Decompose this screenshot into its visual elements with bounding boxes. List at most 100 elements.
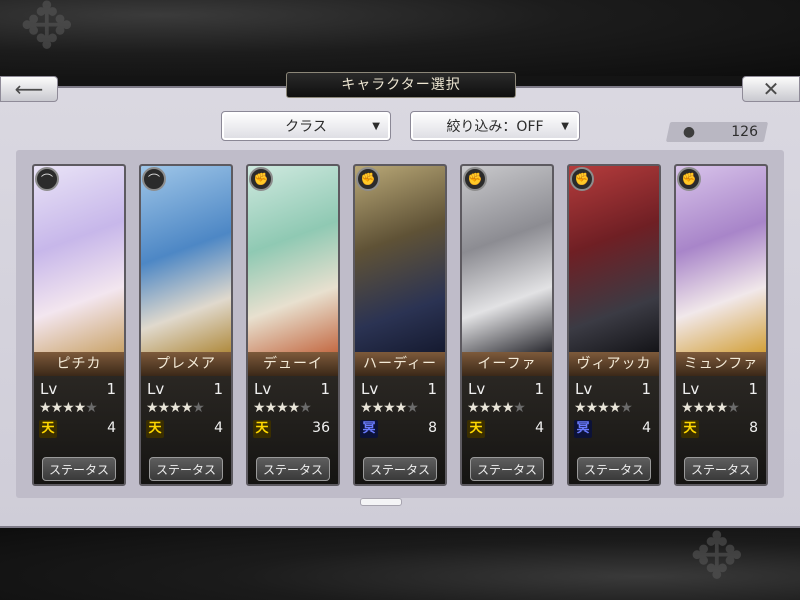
rank-icon: 天 (253, 420, 271, 438)
character-name: ヴィアッカ (569, 352, 659, 376)
character-name: プレメア (141, 352, 231, 376)
character-card[interactable]: ✊ デューイ Lv 1 ★★★★★ 天 36 ステータス (246, 164, 340, 486)
character-card[interactable]: ✊ ハーディー Lv 1 ★★★★★ 冥 8 ステータス (353, 164, 447, 486)
level-value: 1 (534, 380, 544, 398)
filter-dropdown[interactable]: 絞り込み：OFF ▼ (410, 111, 580, 141)
background-bottom (0, 522, 800, 600)
star-icon: ★ (585, 400, 599, 416)
rank-count: 4 (214, 420, 223, 436)
level-label: Lv (468, 380, 486, 398)
star-rating: ★★★★★ (467, 400, 526, 416)
rank-count: 36 (312, 420, 330, 436)
dropdown-arrow-icon: ▼ (372, 120, 380, 132)
status-button[interactable]: ステータス (470, 457, 544, 481)
ornament-icon: ✥ (690, 520, 744, 594)
status-button[interactable]: ステータス (363, 457, 437, 481)
star-icon: ★ (490, 400, 503, 416)
bow-icon: ⌒ (35, 167, 59, 191)
star-icon: ★ (169, 400, 182, 416)
level-value: 1 (427, 380, 437, 398)
character-name: デューイ (248, 352, 338, 376)
star-icon: ★ (715, 400, 729, 416)
fist-icon: ✊ (356, 167, 380, 191)
page-title: キャラクター選択 (286, 72, 516, 98)
character-portrait (355, 166, 445, 352)
rank-icon: 冥 (574, 420, 592, 438)
star-icon: ★ (253, 400, 266, 416)
fist-icon: ✊ (463, 167, 487, 191)
star-icon: ★ (513, 400, 526, 416)
character-info: Lv 1 ★★★★★ 天 4 ステータス (34, 376, 124, 484)
class-dropdown[interactable]: クラス ▼ (221, 111, 391, 141)
star-icon: ★ (50, 400, 64, 416)
character-info: Lv 1 ★★★★★ 天 4 ステータス (462, 376, 552, 484)
star-icon: ★ (727, 400, 740, 416)
star-icon: ★ (704, 400, 717, 416)
star-icon: ★ (299, 400, 312, 416)
character-info: Lv 1 ★★★★★ 天 4 ステータス (141, 376, 231, 484)
status-button[interactable]: ステータス (684, 457, 758, 481)
star-icon: ★ (360, 400, 373, 416)
character-card[interactable]: ⌒ ピチカ Lv 1 ★★★★★ 天 4 ステータス (32, 164, 126, 486)
rank-count: 4 (535, 420, 544, 436)
character-info: Lv 1 ★★★★★ 冥 4 ステータス (569, 376, 659, 484)
level-label: Lv (254, 380, 272, 398)
character-info: Lv 1 ★★★★★ 冥 8 ステータス (355, 376, 445, 484)
level-label: Lv (40, 380, 58, 398)
star-icon: ★ (146, 400, 159, 416)
star-icon: ★ (478, 400, 492, 416)
dropdown-arrow-icon: ▼ (561, 120, 569, 132)
character-card[interactable]: ✊ ミュンファ Lv 1 ★★★★★ 天 8 ステータス (674, 164, 768, 486)
rank-count: 8 (428, 420, 437, 436)
star-icon: ★ (692, 400, 706, 416)
level-value: 1 (213, 380, 223, 398)
character-card[interactable]: ⌒ プレメア Lv 1 ★★★★★ 天 4 ステータス (139, 164, 233, 486)
character-portrait (462, 166, 552, 352)
rank-count: 8 (749, 420, 758, 436)
level-value: 1 (106, 380, 116, 398)
star-icon: ★ (371, 400, 385, 416)
star-rating: ★★★★★ (681, 400, 740, 416)
star-icon: ★ (394, 400, 408, 416)
rank-icon: 天 (39, 420, 57, 438)
rank-count: 4 (642, 420, 651, 436)
star-icon: ★ (192, 400, 205, 416)
character-portrait (676, 166, 766, 352)
character-portrait (141, 166, 231, 352)
star-icon: ★ (574, 400, 587, 416)
status-button[interactable]: ステータス (149, 457, 223, 481)
character-name: ハーディー (355, 352, 445, 376)
star-icon: ★ (157, 400, 171, 416)
star-rating: ★★★★★ (146, 400, 205, 416)
close-button[interactable]: ✕ (742, 76, 800, 102)
star-rating: ★★★★★ (360, 400, 419, 416)
status-button[interactable]: ステータス (42, 457, 116, 481)
level-label: Lv (361, 380, 379, 398)
character-info: Lv 1 ★★★★★ 天 36 ステータス (248, 376, 338, 484)
star-icon: ★ (467, 400, 480, 416)
level-label: Lv (575, 380, 593, 398)
star-icon: ★ (681, 400, 694, 416)
character-portrait (569, 166, 659, 352)
person-icon: ● (682, 124, 696, 140)
character-card[interactable]: ✊ ヴィアッカ Lv 1 ★★★★★ 冥 4 ステータス (567, 164, 661, 486)
star-icon: ★ (608, 400, 622, 416)
star-icon: ★ (73, 400, 87, 416)
close-x-icon: ✕ (762, 77, 780, 101)
status-button[interactable]: ステータス (256, 457, 330, 481)
rank-icon: 天 (681, 420, 699, 438)
rank-icon: 冥 (360, 420, 378, 438)
back-button[interactable]: ⟵ (0, 76, 58, 102)
level-label: Lv (147, 380, 165, 398)
ornament-icon: ✥ (20, 0, 74, 64)
bow-icon: ⌒ (142, 167, 166, 191)
scroll-indicator[interactable] (360, 498, 402, 506)
status-button[interactable]: ステータス (577, 457, 651, 481)
character-info: Lv 1 ★★★★★ 天 8 ステータス (676, 376, 766, 484)
back-arrow-icon: ⟵ (14, 77, 44, 101)
character-card[interactable]: ✊ イーファ Lv 1 ★★★★★ 天 4 ステータス (460, 164, 554, 486)
character-name: ミュンファ (676, 352, 766, 376)
level-value: 1 (748, 380, 758, 398)
star-icon: ★ (39, 400, 52, 416)
star-rating: ★★★★★ (39, 400, 98, 416)
